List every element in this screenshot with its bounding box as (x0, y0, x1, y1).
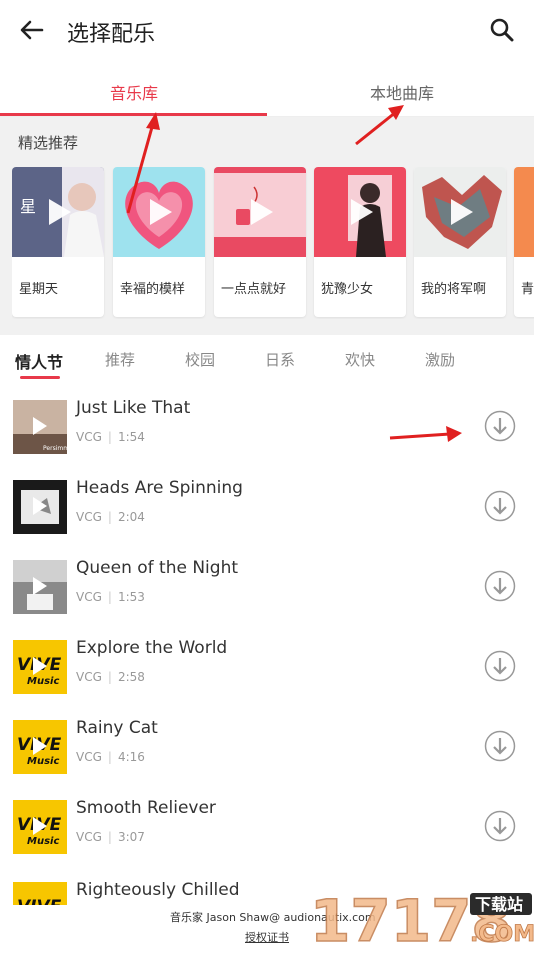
song-title: Smooth Reliever (76, 798, 216, 818)
song-title: Just Like That (76, 398, 191, 418)
annotation-arrow (389, 426, 462, 442)
song-meta: VCG | 1:53 (76, 590, 145, 604)
song-title: Explore the World (76, 638, 228, 658)
download-icon[interactable] (484, 570, 516, 602)
cover-image (514, 167, 534, 257)
song-cover (13, 480, 67, 534)
svg-text:Music: Music (27, 676, 59, 687)
card-label: 一点点就好 (221, 282, 287, 297)
site-watermark-logo: 17178 下载站 .COM (309, 886, 534, 950)
song-cover (13, 560, 67, 614)
song-title: Righteously Chilled (76, 880, 240, 900)
download-icon[interactable] (484, 490, 516, 522)
song-duration: 2:04 (117, 510, 145, 524)
song-artist: VCG (76, 750, 102, 764)
meta-separator: | (107, 590, 112, 604)
song-artist: VCG (76, 510, 102, 524)
card-label: 星期天 (19, 282, 59, 297)
tab-music-library[interactable]: 音乐库 (110, 80, 158, 104)
play-icon (33, 817, 47, 835)
song-artist: VCG (76, 430, 102, 444)
svg-text:星: 星 (20, 197, 36, 216)
song-row[interactable]: Queen of the Night VCG | 1:53 (0, 558, 534, 640)
featured-card[interactable]: 星 星期天 (12, 167, 104, 317)
song-cover: VIVE Music (13, 720, 67, 774)
song-row[interactable]: VIVE Music Smooth Reliever VCG | 3:07 (0, 798, 534, 880)
download-icon[interactable] (484, 810, 516, 842)
svg-text:Music: Music (27, 836, 59, 847)
license-link[interactable]: 授权证书 (245, 929, 289, 945)
song-row[interactable]: Heads Are Spinning VCG | 2:04 (0, 478, 534, 560)
category-tab-campus[interactable]: 校园 (185, 349, 215, 370)
card-label: 幸福的模样 (120, 282, 186, 297)
meta-separator: | (107, 750, 112, 764)
song-row[interactable]: VIVE Music Explore the World VCG | 2:58 (0, 638, 534, 720)
active-category-indicator (20, 376, 60, 379)
song-duration: 1:54 (117, 430, 145, 444)
play-icon (49, 199, 71, 225)
play-icon (451, 199, 473, 225)
song-row[interactable]: VIVE Music Rainy Cat VCG | 4:16 (0, 718, 534, 800)
song-duration: 1:53 (117, 590, 145, 604)
play-icon (351, 199, 373, 225)
app-bar: 选择配乐 (0, 0, 534, 62)
card-label: 犹豫少女 (321, 282, 374, 297)
page-title: 选择配乐 (67, 22, 156, 47)
song-cover: VIVE Music (13, 800, 67, 854)
featured-card[interactable]: 我的将军啊 (414, 167, 506, 317)
meta-separator: | (107, 510, 112, 524)
play-icon (33, 417, 47, 435)
song-duration: 4:16 (117, 750, 145, 764)
category-tab-japanese[interactable]: 日系 (265, 349, 295, 370)
play-icon (251, 199, 273, 225)
category-tabs: 情人节 推荐 校园 日系 欢快 激励 (0, 340, 534, 385)
featured-title: 精选推荐 (18, 134, 79, 152)
play-icon (33, 497, 47, 515)
play-icon (33, 737, 47, 755)
meta-separator: | (107, 430, 112, 444)
svg-text:下载站: 下载站 (475, 895, 523, 914)
song-cover: VIVE Music (13, 640, 67, 694)
category-tab-cheerful[interactable]: 欢快 (345, 349, 375, 370)
featured-carousel[interactable]: 星 星期天 幸福的模样 一点点就好 犹豫少女 我的将军啊 青 (12, 167, 534, 319)
source-tabs: 音乐库 本地曲库 (0, 68, 534, 117)
card-label: 青 (521, 282, 534, 297)
annotation-arrow (355, 105, 404, 146)
category-tab-recommended[interactable]: 推荐 (105, 349, 135, 370)
category-tab-valentine[interactable]: 情人节 (15, 349, 63, 373)
song-meta: VCG | 1:54 (76, 430, 145, 444)
song-cover: Persimmon (13, 400, 67, 454)
featured-card[interactable]: 犹豫少女 (314, 167, 406, 317)
download-icon[interactable] (484, 650, 516, 682)
song-title: Heads Are Spinning (76, 478, 243, 498)
song-title: Queen of the Night (76, 558, 239, 578)
annotation-arrow (126, 112, 160, 214)
song-meta: VCG | 4:16 (76, 750, 145, 764)
song-artist: VCG (76, 590, 102, 604)
song-meta: VCG | 2:04 (76, 510, 145, 524)
download-icon[interactable] (484, 410, 516, 442)
category-tab-inspiring[interactable]: 激励 (425, 349, 455, 370)
song-duration: 3:07 (117, 830, 145, 844)
card-label: 我的将军啊 (421, 282, 487, 297)
song-meta: VCG | 3:07 (76, 830, 145, 844)
play-icon (33, 577, 47, 595)
download-icon[interactable] (484, 730, 516, 762)
featured-card[interactable]: 青 (514, 167, 534, 317)
song-meta: VCG | 2:58 (76, 670, 145, 684)
search-icon[interactable] (488, 16, 516, 44)
song-artist: VCG (76, 670, 102, 684)
meta-separator: | (107, 830, 112, 844)
svg-text:.COM: .COM (470, 922, 534, 947)
play-icon (33, 657, 47, 675)
song-artist: VCG (76, 830, 102, 844)
song-title: Rainy Cat (76, 718, 158, 738)
song-duration: 2:58 (117, 670, 145, 684)
featured-card[interactable]: 一点点就好 (214, 167, 306, 317)
back-arrow-icon[interactable] (18, 16, 46, 44)
svg-text:Persimmon: Persimmon (43, 445, 67, 452)
meta-separator: | (107, 670, 112, 684)
svg-text:Music: Music (27, 756, 59, 767)
